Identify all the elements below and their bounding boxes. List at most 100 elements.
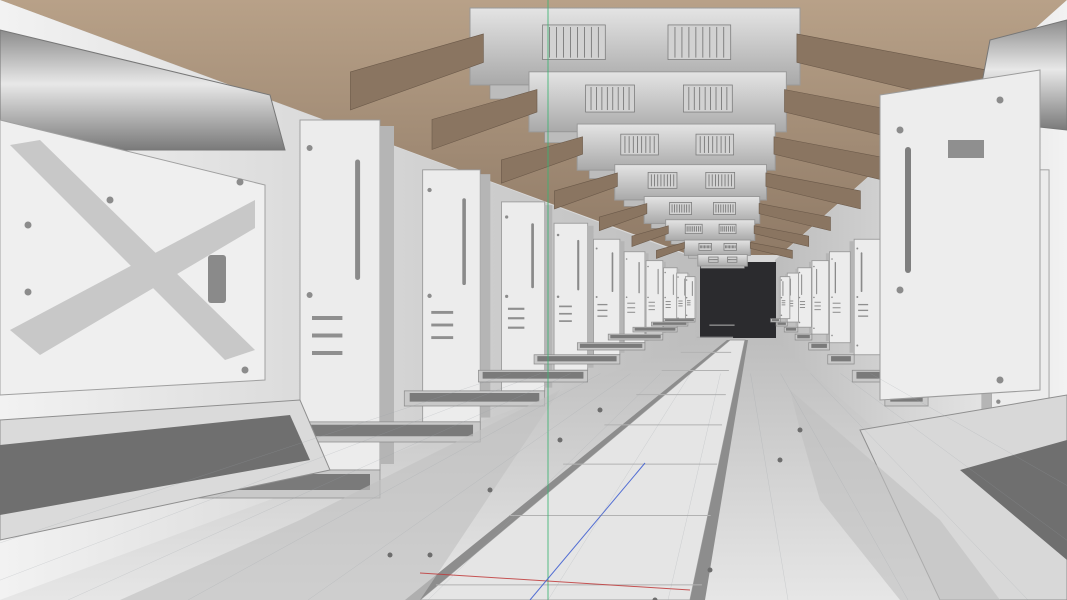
bench-recess (771, 319, 780, 322)
vent-slot (858, 315, 869, 317)
vent-slot (678, 302, 683, 304)
rivet-icon (664, 296, 666, 299)
rivet-icon (387, 552, 393, 558)
vent-grille-icon (698, 242, 712, 251)
bench-recess (831, 356, 851, 362)
vent-slot (648, 301, 655, 303)
corridor-far-end (700, 262, 776, 338)
rivet-icon (996, 399, 1001, 404)
rivet-icon (647, 296, 649, 299)
vent-grille-icon (695, 133, 735, 156)
vent-slot (686, 300, 691, 302)
bench-recess (777, 322, 786, 325)
vent-slot (559, 305, 572, 308)
bench-recess (665, 319, 694, 322)
rivet-icon (487, 487, 493, 493)
bench-recess (537, 356, 617, 362)
vent-slot (781, 304, 786, 306)
vent-slot (431, 336, 454, 340)
rivet-icon (24, 288, 32, 296)
vent-grille-icon (667, 24, 732, 60)
rivet-icon (813, 296, 815, 299)
rivet-icon (625, 296, 628, 299)
vent-grille-icon (723, 242, 737, 251)
vent-slot (431, 310, 454, 314)
vent-slot (648, 305, 655, 307)
vent-slot (648, 309, 655, 311)
rivet-icon (556, 295, 560, 298)
ceiling-duct (614, 164, 768, 201)
bench-recess (785, 327, 797, 331)
vent-slot (832, 307, 841, 309)
rivet-icon (556, 233, 560, 237)
vent-slot (665, 304, 671, 306)
rivet-icon (664, 271, 666, 274)
vent-slot (832, 311, 841, 313)
rivet-icon (505, 215, 509, 219)
vent-grille-icon (620, 133, 659, 156)
rivet-icon (831, 334, 833, 337)
render-viewport[interactable] (0, 0, 1067, 600)
vent-slot (627, 302, 636, 304)
ceiling-duct (697, 254, 748, 267)
door-handle-icon (208, 255, 226, 303)
vent-slot (686, 302, 691, 304)
vent-slot (507, 326, 525, 329)
rivet-icon (24, 221, 32, 229)
rivet-icon (996, 376, 1004, 384)
vent-slot (832, 302, 841, 304)
vent-grille-icon (727, 256, 738, 263)
vent-grille-icon (669, 202, 692, 215)
vent-slot (814, 305, 821, 307)
vent-grille-icon (542, 24, 606, 60)
rivet-icon (896, 286, 904, 294)
ceiling-duct (576, 123, 776, 171)
rivet-icon (856, 247, 859, 250)
vent-slot (678, 305, 683, 307)
rivet-icon (780, 296, 783, 299)
vent-slot (781, 300, 786, 302)
rivet-icon (813, 327, 815, 330)
rivet-icon (241, 366, 249, 374)
bench-recess (579, 343, 643, 348)
vent-slot (627, 311, 636, 313)
rivet-icon (427, 187, 432, 193)
rivet-icon (647, 265, 649, 268)
rivet-icon (597, 407, 603, 413)
vent-slot (799, 307, 806, 309)
rivet-icon (306, 292, 313, 298)
rivet-icon (505, 294, 509, 298)
rivet-icon (685, 296, 688, 299)
vent-grille-icon (713, 202, 736, 215)
corridor-scene[interactable] (0, 0, 1067, 600)
rivet-icon (106, 196, 114, 204)
ceiling-duct (665, 219, 756, 241)
rivet-icon (685, 314, 688, 317)
bench-recess (610, 334, 661, 339)
vent-slot (686, 304, 691, 306)
vent-grille-icon (718, 223, 737, 235)
vent-slot (431, 323, 454, 327)
rivet-icon (777, 457, 783, 463)
rivet-icon (685, 279, 688, 281)
vent-slot (597, 309, 608, 312)
rivet-icon (707, 567, 713, 573)
rivet-icon (427, 293, 432, 298)
vent-slot (627, 307, 636, 309)
rivet-icon (780, 314, 783, 317)
rivet-icon (831, 258, 833, 260)
rivet-icon (780, 279, 783, 281)
vent-slot (678, 300, 683, 302)
vent-slot (814, 301, 821, 303)
rivet-icon (306, 145, 313, 151)
vent-slot (312, 351, 343, 355)
vent-slot (781, 302, 786, 304)
ceiling-duct (528, 71, 787, 133)
duct-lip (700, 265, 745, 269)
vent-slot (312, 333, 343, 338)
rivet-icon (595, 247, 598, 250)
vent-slot (559, 312, 572, 315)
vent-grille-icon (585, 84, 635, 113)
rivet-icon (813, 265, 815, 268)
vent-slot (597, 303, 608, 306)
